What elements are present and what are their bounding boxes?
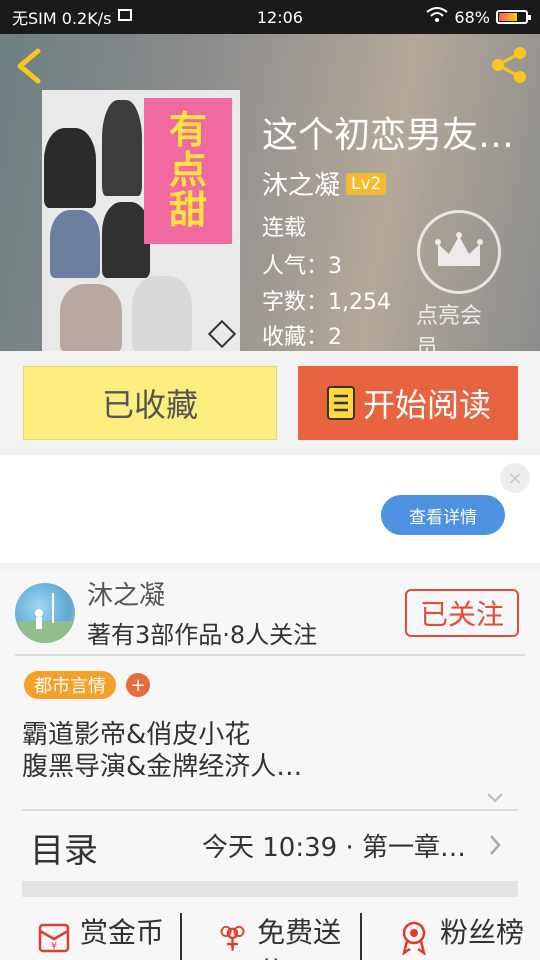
cover-title-char: 点 xyxy=(168,148,207,193)
bottom-actions: ¥ 赏金币 免费送花 粉丝榜 xyxy=(0,907,540,960)
avatar-image xyxy=(15,593,75,643)
view-details-button[interactable]: 查看详情 xyxy=(381,495,505,535)
crown-icon xyxy=(435,232,483,266)
writer-name[interactable]: 沐之凝 xyxy=(87,575,165,612)
diamond-icon xyxy=(207,319,237,349)
writer-stats: 著有3部作品·8人关注 xyxy=(87,621,318,649)
plus-icon: + xyxy=(130,674,146,696)
tip-coins-label: 赏金币 xyxy=(80,916,165,949)
vip-badge xyxy=(417,210,501,294)
word-count-label: 字数： xyxy=(262,290,329,315)
tip-coins-button[interactable]: ¥ 赏金币 xyxy=(0,907,180,960)
followed-label: 已关注 xyxy=(419,598,504,631)
author-level-badge: Lv2 xyxy=(346,172,387,195)
divider xyxy=(15,654,525,656)
vip-button[interactable]: 点亮会员 xyxy=(416,210,502,351)
book-author-row: 沐之凝 Lv2 xyxy=(262,165,387,202)
cover-title-banner: 有 点 甜 xyxy=(144,98,232,244)
cover-title-char: 有 xyxy=(168,108,207,153)
wifi-icon xyxy=(426,7,449,27)
carrier-text: 无SIM 0.2K/s xyxy=(12,9,112,28)
battery-icon xyxy=(495,10,531,24)
screenshot-icon xyxy=(117,7,133,27)
book-detail-section: 沐之凝 著有3部作品·8人关注 已关注 都市言情 + 霸道影帝&俏皮小花 腹黑导… xyxy=(0,571,540,960)
followed-button[interactable]: 已关注 xyxy=(405,589,519,637)
action-bar: 已收藏 开始阅读 xyxy=(0,351,540,455)
send-flower-button[interactable]: 免费送花 xyxy=(180,907,360,960)
vip-label: 点亮会员 xyxy=(416,304,483,351)
cover-figure xyxy=(132,276,192,351)
avatar[interactable] xyxy=(15,583,75,643)
back-button[interactable] xyxy=(14,48,44,84)
book-word-count: 字数：1,254 xyxy=(262,284,391,316)
view-details-label: 查看详情 xyxy=(409,507,477,528)
flower-icon xyxy=(220,925,245,951)
cover-title-char: 甜 xyxy=(168,187,207,232)
book-favorites: 收藏：2 xyxy=(262,319,342,351)
start-reading-label: 开始阅读 xyxy=(362,386,491,424)
book-cover[interactable]: 有 点 甜 xyxy=(42,90,240,351)
cover-figure xyxy=(44,128,96,208)
book-status: 连载 xyxy=(262,216,307,241)
cover-figure xyxy=(102,100,142,196)
battery-percent: 68% xyxy=(454,7,490,27)
favorites-label: 收藏： xyxy=(262,325,329,350)
cover-figure xyxy=(60,284,122,351)
favorites-value: 2 xyxy=(328,325,343,350)
genre-tag-label: 都市言情 xyxy=(34,676,106,697)
fan-ranking-button[interactable]: 粉丝榜 xyxy=(360,907,540,960)
cover-figure xyxy=(102,202,150,278)
genre-tag[interactable]: 都市言情 xyxy=(24,671,116,699)
close-icon: × xyxy=(507,467,523,489)
description-line: 霸道影帝&俏皮小花 xyxy=(22,720,251,750)
favorited-label: 已收藏 xyxy=(101,386,198,424)
book-author[interactable]: 沐之凝 xyxy=(262,165,340,202)
chevron-right-icon xyxy=(490,835,501,855)
latest-chapter: 今天 10:39 · 第一章… xyxy=(202,833,466,863)
chevron-down-icon[interactable] xyxy=(486,789,504,807)
medal-icon xyxy=(402,921,426,955)
start-reading-button[interactable]: 开始阅读 xyxy=(298,366,518,440)
ad-close-button[interactable]: × xyxy=(500,463,530,493)
word-count-value: 1,254 xyxy=(328,290,391,315)
red-envelope-icon: ¥ xyxy=(38,923,70,953)
toc-label: 目录 xyxy=(30,831,98,871)
status-left: 无SIM 0.2K/s xyxy=(12,5,133,29)
status-time: 12:06 xyxy=(256,7,303,27)
cover-figure xyxy=(50,210,100,278)
book-description: 霸道影帝&俏皮小花 腹黑导演&金牌经济人… xyxy=(22,719,302,783)
popularity-value: 3 xyxy=(328,254,343,279)
send-flower-label: 免费送花 xyxy=(257,916,342,960)
svg-text:¥: ¥ xyxy=(51,941,57,952)
book-popularity: 人气：3 xyxy=(262,248,342,280)
favorited-button[interactable]: 已收藏 xyxy=(23,366,277,440)
share-icon xyxy=(492,47,526,83)
fan-ranking-label: 粉丝榜 xyxy=(440,916,525,949)
book-title: 这个初恋男友有… xyxy=(262,115,532,156)
table-of-contents-row[interactable]: 目录 今天 10:39 · 第一章… xyxy=(0,811,540,879)
book-icon xyxy=(326,386,355,420)
battery-level xyxy=(498,13,517,21)
ad-banner[interactable]: × 查看详情 xyxy=(0,455,540,563)
popularity-label: 人气： xyxy=(262,254,329,279)
status-right: 68% xyxy=(426,7,531,27)
section-separator xyxy=(22,881,518,897)
status-bar: 无SIM 0.2K/s 12:06 68% xyxy=(0,0,540,34)
book-header: 有 点 甜 这个初恋男友有… 沐之凝 Lv2 连载 人气：3 字数：1,254 … xyxy=(0,34,540,351)
description-line: 腹黑导演&金牌经济人… xyxy=(22,752,303,782)
share-button[interactable] xyxy=(488,44,530,86)
add-tag-button[interactable]: + xyxy=(126,673,150,697)
chevron-left-icon xyxy=(17,48,41,84)
